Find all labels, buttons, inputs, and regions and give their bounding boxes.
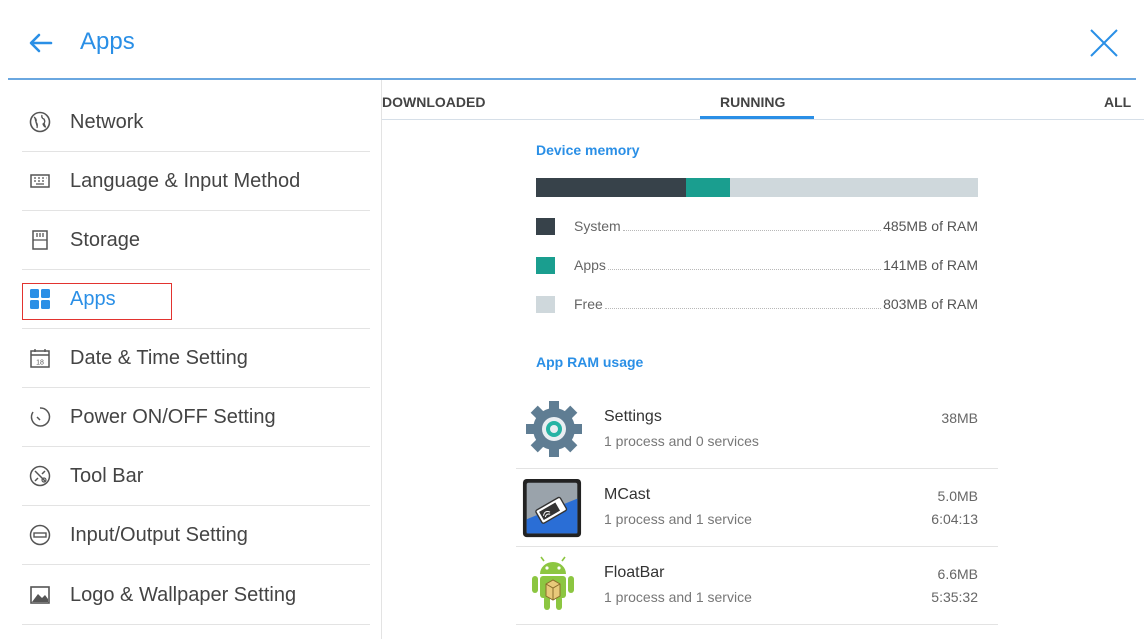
app-size: 5.0MB (937, 488, 978, 504)
legend-name: Apps (574, 257, 606, 273)
sidebar-item-label: Logo & Wallpaper Setting (70, 583, 297, 606)
active-tab-indicator (700, 116, 814, 119)
sidebar-item-input-output[interactable]: Input/Output Setting (22, 506, 370, 565)
tab-all[interactable]: ALL (1104, 94, 1131, 110)
app-row-mcast[interactable]: MCast 1 process and 1 service 5.0MB 6:04… (516, 469, 998, 547)
app-runtime: 5:35:32 (931, 589, 978, 605)
sidebar-item-label: Language & Input Method (70, 169, 301, 192)
close-icon[interactable] (1086, 25, 1122, 61)
sidebar-item-storage[interactable]: Storage (22, 211, 370, 270)
app-header: Apps (0, 0, 1144, 80)
sd-card-icon (29, 229, 51, 251)
app-size: 38MB (941, 410, 978, 426)
legend-swatch (536, 256, 555, 274)
sidebar-item-label: Power ON/OFF Setting (70, 405, 276, 428)
app-size: 6.6MB (937, 566, 978, 582)
sidebar-item-language[interactable]: Language & Input Method (22, 152, 370, 211)
sidebar-item-label: Input/Output Setting (70, 523, 248, 546)
keyboard-icon (29, 170, 51, 192)
android-icon (532, 556, 574, 610)
leader-dots (604, 307, 882, 309)
globe-icon (29, 111, 51, 133)
sidebar-item-network[interactable]: Network (22, 93, 370, 152)
sidebar-item-label: Network (70, 110, 144, 133)
power-timer-icon (29, 406, 51, 428)
sidebar-item-label: Date & Time Setting (70, 346, 248, 369)
app-desc: 1 process and 0 services (604, 433, 759, 449)
leader-dots (622, 229, 882, 231)
sidebar-item-toolbar[interactable]: Tool Bar (22, 447, 370, 506)
settings-sidebar: Network Language & Input Method Storage … (0, 80, 382, 639)
legend-value: 485MB of RAM (883, 218, 978, 234)
legend-swatch (536, 217, 555, 235)
memory-bar-apps (686, 178, 730, 197)
tab-downloaded[interactable]: DOWNLOADED (382, 94, 485, 110)
tab-bar: DOWNLOADED RUNNING ALL (382, 80, 1144, 120)
input-output-icon (29, 524, 51, 546)
tab-running[interactable]: RUNNING (720, 94, 785, 110)
app-row-floatbar[interactable]: FloatBar 1 process and 1 service 6.6MB 5… (516, 547, 998, 625)
sidebar-item-power[interactable]: Power ON/OFF Setting (22, 388, 370, 447)
app-name: Settings (604, 408, 662, 425)
highlight-box (22, 283, 172, 320)
toolbar-icon (29, 465, 51, 487)
sidebar-item-label: Storage (70, 228, 141, 251)
calendar-icon: 18 (29, 347, 51, 369)
legend-swatch (536, 295, 555, 313)
app-row-settings[interactable]: Settings 1 process and 0 services 38MB (516, 391, 998, 469)
legend-apps: Apps 141MB of RAM (536, 255, 978, 275)
legend-value: 141MB of RAM (883, 257, 978, 273)
mcast-icon (522, 478, 582, 538)
image-icon (29, 584, 51, 606)
app-ram-usage-title: App RAM usage (536, 354, 644, 370)
legend-system: System 485MB of RAM (536, 216, 978, 236)
app-desc: 1 process and 1 service (604, 511, 752, 527)
sidebar-item-logo-wallpaper[interactable]: Logo & Wallpaper Setting (22, 566, 370, 625)
app-name: MCast (604, 486, 651, 503)
settings-gear-icon (526, 401, 582, 457)
device-memory-title: Device memory (536, 142, 640, 158)
leader-dots (607, 268, 882, 270)
svg-text:18: 18 (36, 360, 44, 367)
legend-value: 803MB of RAM (883, 296, 978, 312)
legend-name: System (574, 218, 621, 234)
memory-bar-system (536, 178, 686, 197)
arrow-left-icon[interactable] (26, 28, 56, 58)
memory-usage-bar (536, 178, 978, 197)
app-name: FloatBar (604, 564, 665, 581)
sidebar-item-label: Tool Bar (70, 464, 144, 487)
app-desc: 1 process and 1 service (604, 589, 752, 605)
legend-free: Free 803MB of RAM (536, 294, 978, 314)
sidebar-item-date-time[interactable]: 18 Date & Time Setting (22, 329, 370, 388)
page-title: Apps (80, 28, 135, 55)
legend-name: Free (574, 296, 603, 312)
app-runtime: 6:04:13 (931, 511, 978, 527)
